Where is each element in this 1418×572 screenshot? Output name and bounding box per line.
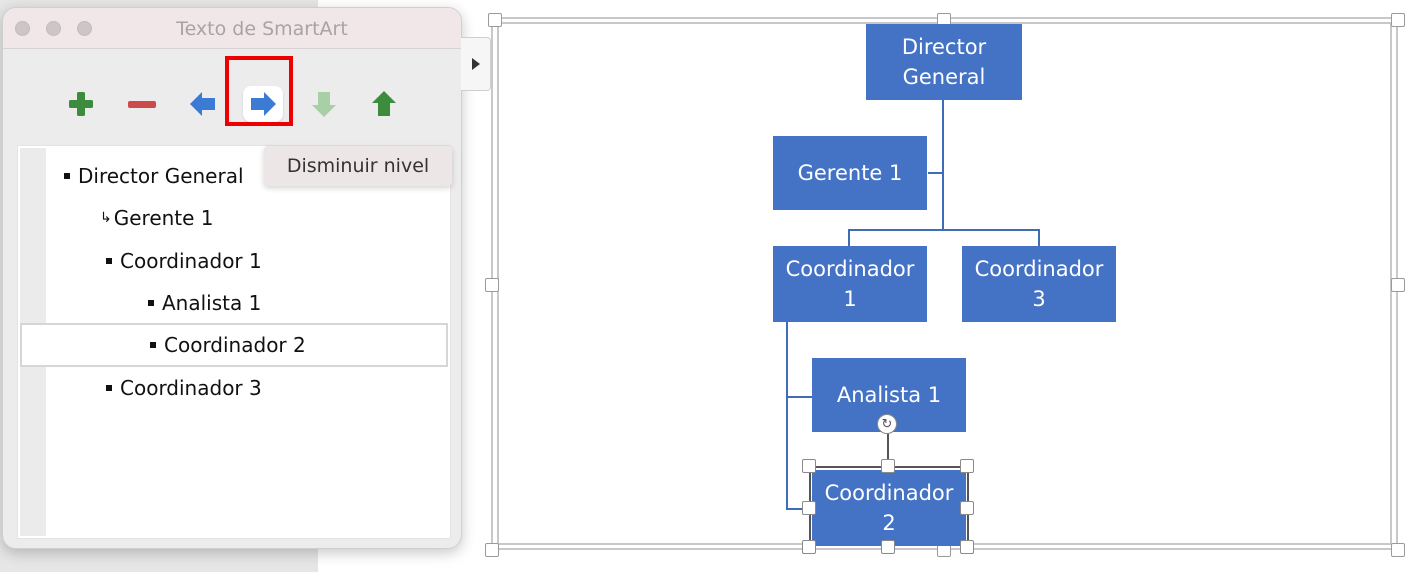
tooltip: Disminuir nivel xyxy=(264,146,452,186)
node-handle-right[interactable] xyxy=(960,501,974,515)
org-node-coordinador-2[interactable]: Coordinador 2 xyxy=(812,470,966,546)
connector-line xyxy=(848,229,850,246)
move-up-button[interactable] xyxy=(364,86,404,122)
arrow-up-icon xyxy=(372,91,396,116)
list-item[interactable]: Coordinador 3 xyxy=(18,369,450,407)
bullet-icon xyxy=(148,299,154,306)
move-down-button[interactable] xyxy=(304,86,344,122)
add-item-button[interactable] xyxy=(61,86,101,122)
node-handle-top[interactable] xyxy=(881,459,895,473)
list-item[interactable]: ↳ Gerente 1 xyxy=(18,199,450,237)
triangle-right-icon xyxy=(471,58,480,70)
remove-item-button[interactable] xyxy=(122,86,162,122)
assistant-marker-icon: ↳ xyxy=(100,210,112,226)
bullet-icon xyxy=(106,384,112,391)
node-handle-left[interactable] xyxy=(802,501,816,515)
pane-title: Texto de SmartArt xyxy=(176,18,348,40)
connector-line xyxy=(786,396,812,398)
connector-line xyxy=(786,322,788,510)
node-handle-bottom[interactable] xyxy=(881,540,895,554)
resize-handle-bottom-right[interactable] xyxy=(1391,543,1405,557)
arrow-down-icon xyxy=(312,92,336,117)
toggle-text-pane-tab[interactable] xyxy=(461,37,491,91)
bullet-icon xyxy=(150,341,156,348)
list-item[interactable]: Analista 1 xyxy=(18,284,450,322)
org-node-coordinador-1[interactable]: Coordinador 1 xyxy=(773,246,927,322)
org-node-coordinador-3[interactable]: Coordinador 3 xyxy=(962,246,1116,322)
highlight-annotation xyxy=(225,56,293,126)
rotate-handle-icon[interactable]: ↻ xyxy=(877,414,897,434)
resize-handle-left[interactable] xyxy=(485,278,499,292)
resize-handle-top-left[interactable] xyxy=(488,13,502,27)
bullet-icon xyxy=(64,172,70,179)
node-handle-top-left[interactable] xyxy=(802,459,816,473)
minus-icon xyxy=(128,101,156,108)
text-list[interactable]: Director General ↳ Gerente 1 Coordinador … xyxy=(17,145,451,539)
resize-handle-bottom-left[interactable] xyxy=(485,543,499,557)
resize-handle-right[interactable] xyxy=(1391,278,1405,292)
node-handle-top-right[interactable] xyxy=(960,459,974,473)
connector-line xyxy=(848,229,1040,231)
org-node-director[interactable]: Director General xyxy=(866,24,1022,100)
promote-button[interactable] xyxy=(183,86,223,122)
plus-icon xyxy=(69,92,93,116)
list-item[interactable]: Coordinador 1 xyxy=(18,242,450,280)
resize-handle-top-right[interactable] xyxy=(1391,13,1405,27)
bullet-icon xyxy=(106,257,112,264)
connector-line xyxy=(942,100,944,230)
arrow-left-icon xyxy=(190,92,215,116)
org-node-gerente[interactable]: Gerente 1 xyxy=(773,136,927,210)
node-handle-bottom-right[interactable] xyxy=(960,540,974,554)
connector-line xyxy=(1038,229,1040,246)
list-item-selected[interactable]: Coordinador 2 xyxy=(20,323,448,367)
connector-line xyxy=(928,172,942,174)
node-handle-bottom-left[interactable] xyxy=(802,540,816,554)
pane-titlebar[interactable]: Texto de SmartArt xyxy=(3,8,461,49)
